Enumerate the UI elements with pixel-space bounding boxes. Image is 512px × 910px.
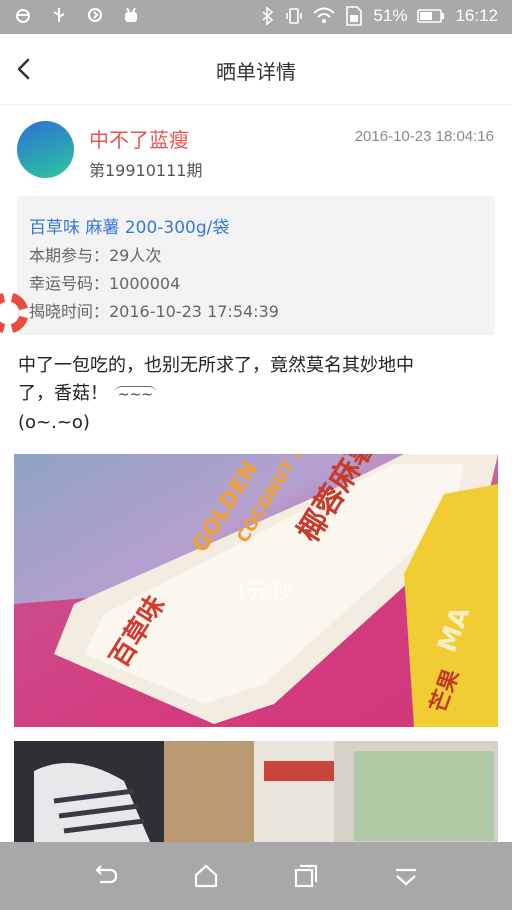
status-right: 51% 16:12 <box>261 6 498 26</box>
clock: 16:12 <box>455 6 498 25</box>
content-line: 了，香菇！ ~~~ <box>18 380 496 409</box>
vibrate-icon <box>286 8 303 24</box>
sim-icon <box>346 6 363 26</box>
post-photo[interactable]: 椰蓉麻薯 COCONUT MOCHI GOLDEN 百草味 MA 芒果 1元秒 <box>14 454 498 727</box>
watermark: 1元秒 <box>234 580 292 605</box>
product-info-card[interactable]: 百草味 麻薯 200-300g/袋 本期参与：29人次 幸运号码：1000004… <box>17 196 495 335</box>
post-photo[interactable] <box>14 741 498 851</box>
content-line: 中了一包吃的，也别无所求了，竟然莫名其妙地中 <box>18 355 414 376</box>
bug-icon <box>16 9 30 23</box>
post-content: 中了一包吃的，也别无所求了，竟然莫名其妙地中 了，香菇！ ~~~ (o~.~o) <box>18 352 496 437</box>
top-navigation: 晒单详情 <box>0 34 512 105</box>
battery-percent: 51% <box>373 6 408 25</box>
user-name[interactable]: 中不了蓝瘦 <box>89 124 189 153</box>
post-header: 中不了蓝瘦 第19910111期 2016-10-23 18:04:16 <box>17 121 497 181</box>
photo-image: 椰蓉麻薯 COCONUT MOCHI GOLDEN 百草味 MA 芒果 1元秒 <box>14 454 498 727</box>
sync-icon <box>88 8 102 22</box>
usb-icon <box>53 8 65 22</box>
status-left-icons <box>14 6 140 24</box>
recents-icon[interactable] <box>292 862 320 890</box>
hide-icon[interactable] <box>392 862 420 890</box>
avatar[interactable] <box>17 121 74 178</box>
period-number: 第19910111期 <box>89 161 203 180</box>
product-name[interactable]: 百草味 麻薯 200-300g/袋 <box>29 213 229 238</box>
status-bar: 51% 16:12 <box>0 0 512 34</box>
wifi-icon <box>313 7 336 23</box>
post-timestamp: 2016-10-23 18:04:16 <box>354 128 494 145</box>
reveal-time: 揭晓时间：2016-10-23 17:54:39 <box>29 302 279 321</box>
lucky-number: 幸运号码：1000004 <box>29 274 181 293</box>
bluetooth-icon <box>262 7 274 25</box>
participation-count: 本期参与：29人次 <box>29 246 162 265</box>
photo-image <box>14 741 498 851</box>
back-icon[interactable] <box>92 862 120 890</box>
page-title: 晒单详情 <box>216 60 296 84</box>
battery-icon <box>417 9 445 23</box>
emoticon: ~~~ <box>113 386 157 403</box>
content-line: (o~.~o) <box>18 412 90 433</box>
system-navigation-bar <box>0 842 512 910</box>
lifebuoy-icon[interactable] <box>0 293 28 333</box>
android-icon <box>125 7 137 22</box>
home-icon[interactable] <box>192 862 220 890</box>
